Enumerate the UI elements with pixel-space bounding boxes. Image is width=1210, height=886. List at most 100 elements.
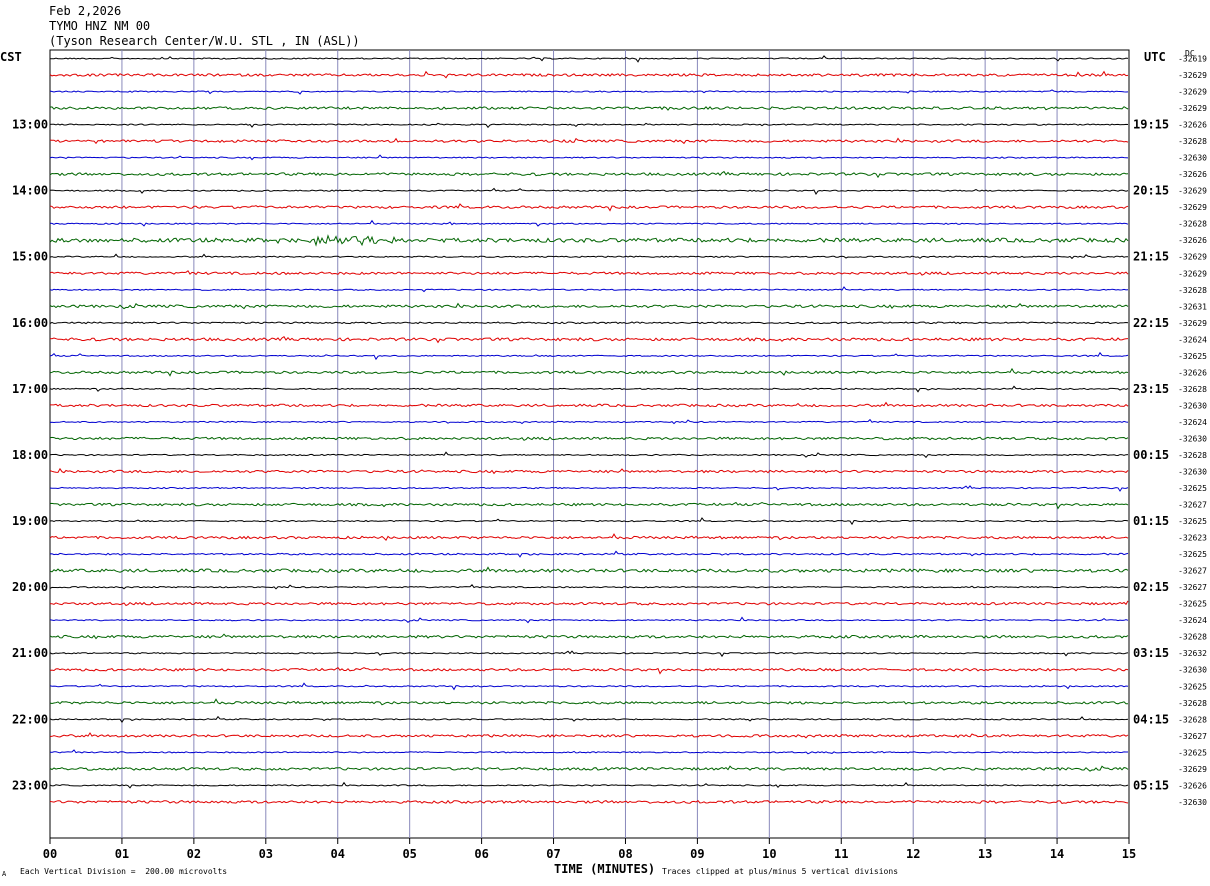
dc-offset-label: -32632 [1178,649,1207,658]
seismic-trace [50,55,1129,63]
utc-time-label: 05:15 [1133,778,1169,792]
x-tick-label: 00 [43,847,57,861]
seismic-trace [49,106,1129,111]
dc-offset-label: -32627 [1178,501,1207,510]
seismic-trace [49,418,1129,425]
seismic-trace [49,501,1129,510]
x-tick-label: 15 [1122,847,1136,861]
x-tick-label: 08 [618,847,632,861]
seismic-trace [49,436,1129,441]
x-axis-title: TIME (MINUTES) [554,862,656,876]
x-tick-label: 06 [474,847,488,861]
dc-offset-label: -32626 [1178,236,1207,245]
seismic-trace [49,600,1129,607]
dc-offset-label: -32627 [1178,583,1207,592]
dc-offset-label: -32628 [1178,451,1207,460]
dc-offset-label: -32625 [1178,517,1207,526]
seismic-trace [49,351,1129,361]
cst-time-label: 15:00 [12,250,48,264]
corner-mark: A [2,870,7,878]
dc-offset-label: -32625 [1178,352,1207,361]
dc-offset-label: -32624 [1178,418,1207,427]
dc-offset-label: -32629 [1178,319,1207,328]
seismic-trace [49,286,1129,293]
dc-offset-label: -32627 [1178,732,1207,741]
dc-offset-label: -32627 [1178,567,1207,576]
seismic-trace [49,122,1129,129]
seismic-trace [49,616,1129,624]
cst-time-label: 22:00 [12,712,48,726]
dc-offset-label: -32623 [1178,534,1207,543]
x-tick-label: 10 [762,847,776,861]
cst-time-label: 23:00 [12,778,48,792]
dc-offset-label: -32630 [1178,154,1207,163]
seismic-trace [49,385,1129,393]
seismic-trace [49,270,1129,276]
dc-offset-label: -32630 [1178,434,1207,443]
dc-offset-label: -32625 [1178,600,1207,609]
cst-time-label: 14:00 [12,184,48,198]
clip-note: Traces clipped at plus/minus 5 vertical … [662,867,899,876]
seismic-trace [49,566,1129,574]
x-tick-label: 07 [546,847,560,861]
dc-offset-label: -32629 [1178,104,1207,113]
scale-note: Each Vertical Division = 200.00 microvol… [20,867,228,876]
seismic-trace [49,715,1129,723]
seismic-trace [49,698,1128,706]
x-tick-label: 13 [978,847,992,861]
utc-time-label: 03:15 [1133,646,1169,660]
seismic-trace [49,253,1129,260]
seismic-trace [49,550,1129,558]
x-tick-label: 04 [331,847,345,861]
seismic-trace [49,781,1129,789]
helicorder-plot: 00 01 02 03 04 05 06 07 08 09 10 11 12 13 14 15 -32619 -3… [12,49,1207,861]
seismic-trace [49,154,1129,161]
seismic-trace [49,749,1128,755]
dc-offset-label: -32628 [1178,699,1207,708]
utc-time-label: 00:15 [1133,448,1169,462]
seismic-trace [49,367,1129,377]
dc-offset-label: -32628 [1178,137,1207,146]
utc-time-label: 01:15 [1133,514,1169,528]
seismic-trace [49,485,1129,492]
dc-offset-label: -32630 [1178,401,1207,410]
cst-time-label: 18:00 [12,448,48,462]
x-tick-label: 02 [187,847,201,861]
dc-offset-label: -32629 [1178,253,1207,262]
cst-time-label: 13:00 [12,118,48,132]
seismic-trace [50,401,1129,408]
dc-offset-label: -32629 [1178,88,1207,97]
seismic-trace [49,451,1129,459]
seismic-trace [49,70,1129,79]
cst-time-label: 16:00 [12,316,48,330]
dc-offset-label: -32630 [1178,798,1207,807]
x-tick-label: 03 [259,847,273,861]
dc-offset-label: -32629 [1178,187,1207,196]
cst-time-label: 17:00 [12,382,48,396]
dc-offset-label: -32628 [1178,220,1207,229]
x-tick-label: 14 [1050,847,1064,861]
seismic-trace [49,667,1129,675]
x-tick-label: 05 [402,847,416,861]
dc-offset-label: -32630 [1178,666,1207,675]
seismic-trace [49,517,1129,526]
x-tick-label: 09 [690,847,704,861]
seismic-trace [49,799,1129,804]
utc-time-label: 19:15 [1133,118,1169,132]
seismic-trace [49,170,1129,179]
dc-offset-label: -32631 [1178,302,1207,311]
dc-offset-label: -32625 [1178,748,1207,757]
seismic-trace [49,533,1129,542]
cst-time-label: 21:00 [12,646,48,660]
dc-offset-label: -32629 [1178,203,1207,212]
seismic-trace [49,219,1129,227]
seismic-trace [49,137,1129,145]
dc-offset-label: -32619 [1178,55,1207,64]
dc-offset-label: -32625 [1178,682,1207,691]
dc-offset-label: -32625 [1178,550,1207,559]
x-tick-label: 01 [115,847,129,861]
dc-offset-label: -32628 [1178,286,1207,295]
dc-offset-label: -32629 [1178,765,1207,774]
cst-time-label: 19:00 [12,514,48,528]
seismic-trace [49,682,1129,691]
